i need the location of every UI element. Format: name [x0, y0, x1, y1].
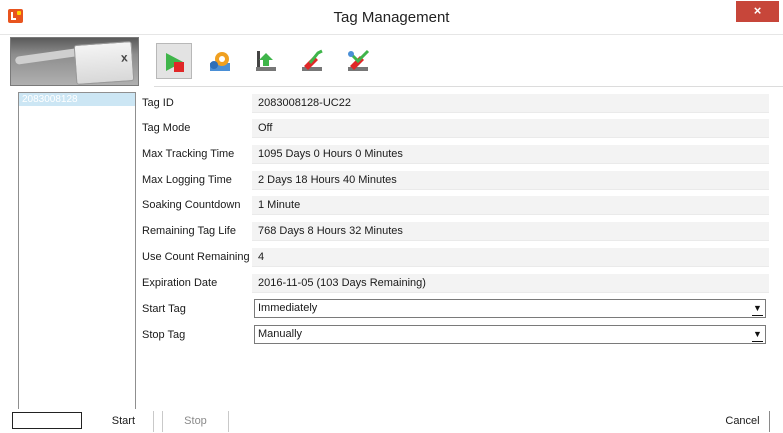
prop-value-expiration-date: 2016-11-05 (103 Days Remaining) — [252, 274, 769, 293]
prop-value-max-logging-time: 2 Days 18 Hours 40 Minutes — [252, 171, 769, 190]
prop-value-use-count-remaining: 4 — [252, 248, 769, 267]
prop-label: Max Logging Time — [142, 174, 232, 186]
prop-row-expiration-date: Expiration Date 2016-11-05 (103 Days Rem… — [134, 271, 777, 295]
dropdown-arrow-icon[interactable]: ▼ — [752, 302, 763, 316]
prop-label: Max Tracking Time — [142, 148, 235, 160]
download-data-button[interactable] — [248, 43, 284, 79]
title-bar: Tag Management × — [0, 0, 783, 35]
prop-label: Tag ID — [142, 97, 174, 109]
prop-label: Soaking Countdown — [142, 199, 241, 211]
prop-label: Expiration Date — [142, 277, 218, 289]
prop-row-remaining-tag-life: Remaining Tag Life 768 Days 8 Hours 32 M… — [134, 219, 777, 243]
prop-label: Use Count Remaining — [142, 251, 250, 263]
prop-value-soaking-countdown: 1 Minute — [252, 196, 769, 215]
toolbar — [154, 35, 783, 87]
clear-data-icon — [302, 49, 323, 71]
tag-device-image — [10, 37, 139, 86]
close-button[interactable]: × — [736, 1, 779, 22]
prop-row-start-tag: Start Tag Immediately ▼ — [134, 297, 777, 321]
configure-tag-button[interactable] — [202, 43, 238, 79]
prop-value-remaining-tag-life: 768 Days 8 Hours 32 Minutes — [252, 222, 769, 241]
stop-button[interactable]: Stop — [162, 411, 229, 432]
start-tag-selected-value: Immediately — [258, 302, 318, 314]
start-tag-select[interactable]: Immediately ▼ — [254, 299, 766, 318]
reset-tag-icon — [348, 49, 370, 71]
prop-label: Remaining Tag Life — [142, 225, 236, 237]
reset-tag-button[interactable] — [340, 43, 376, 79]
stop-tag-label: Stop Tag — [142, 329, 186, 341]
start-button[interactable]: Start — [82, 411, 154, 432]
dropdown-arrow-icon[interactable]: ▼ — [752, 328, 763, 342]
status-indicator-box — [12, 412, 82, 429]
stop-tag-selected-value: Manually — [258, 328, 303, 340]
prop-row-tag-id: Tag ID 2083008128-UC22 — [134, 91, 777, 115]
prop-label: Tag Mode — [142, 122, 191, 134]
prop-row-stop-tag: Stop Tag Manually ▼ — [134, 323, 777, 347]
prop-row-soaking-countdown: Soaking Countdown 1 Minute — [134, 193, 777, 217]
download-data-icon — [256, 51, 276, 71]
window-title: Tag Management — [333, 9, 450, 26]
prop-row-tag-mode: Tag Mode Off — [134, 116, 777, 140]
tag-list[interactable]: 2083008128 — [18, 92, 136, 421]
start-stop-tag-button[interactable] — [156, 43, 192, 79]
prop-row-max-tracking-time: Max Tracking Time 1095 Days 0 Hours 0 Mi… — [134, 142, 777, 166]
cancel-button[interactable]: Cancel — [716, 411, 770, 432]
clear-data-button[interactable] — [294, 43, 330, 79]
start-tag-label: Start Tag — [142, 303, 186, 315]
prop-row-use-count-remaining: Use Count Remaining 4 — [134, 245, 777, 269]
prop-row-max-logging-time: Max Logging Time 2 Days 18 Hours 40 Minu… — [134, 168, 777, 192]
tag-list-item[interactable]: 2083008128 — [19, 93, 135, 106]
prop-value-tag-mode: Off — [252, 119, 769, 138]
prop-value-max-tracking-time: 1095 Days 0 Hours 0 Minutes — [252, 145, 769, 164]
stop-tag-select[interactable]: Manually ▼ — [254, 325, 766, 344]
start-stop-tag-icon — [166, 53, 184, 72]
configure-tag-icon — [210, 52, 230, 71]
prop-value-tag-id: 2083008128-UC22 — [252, 94, 769, 113]
